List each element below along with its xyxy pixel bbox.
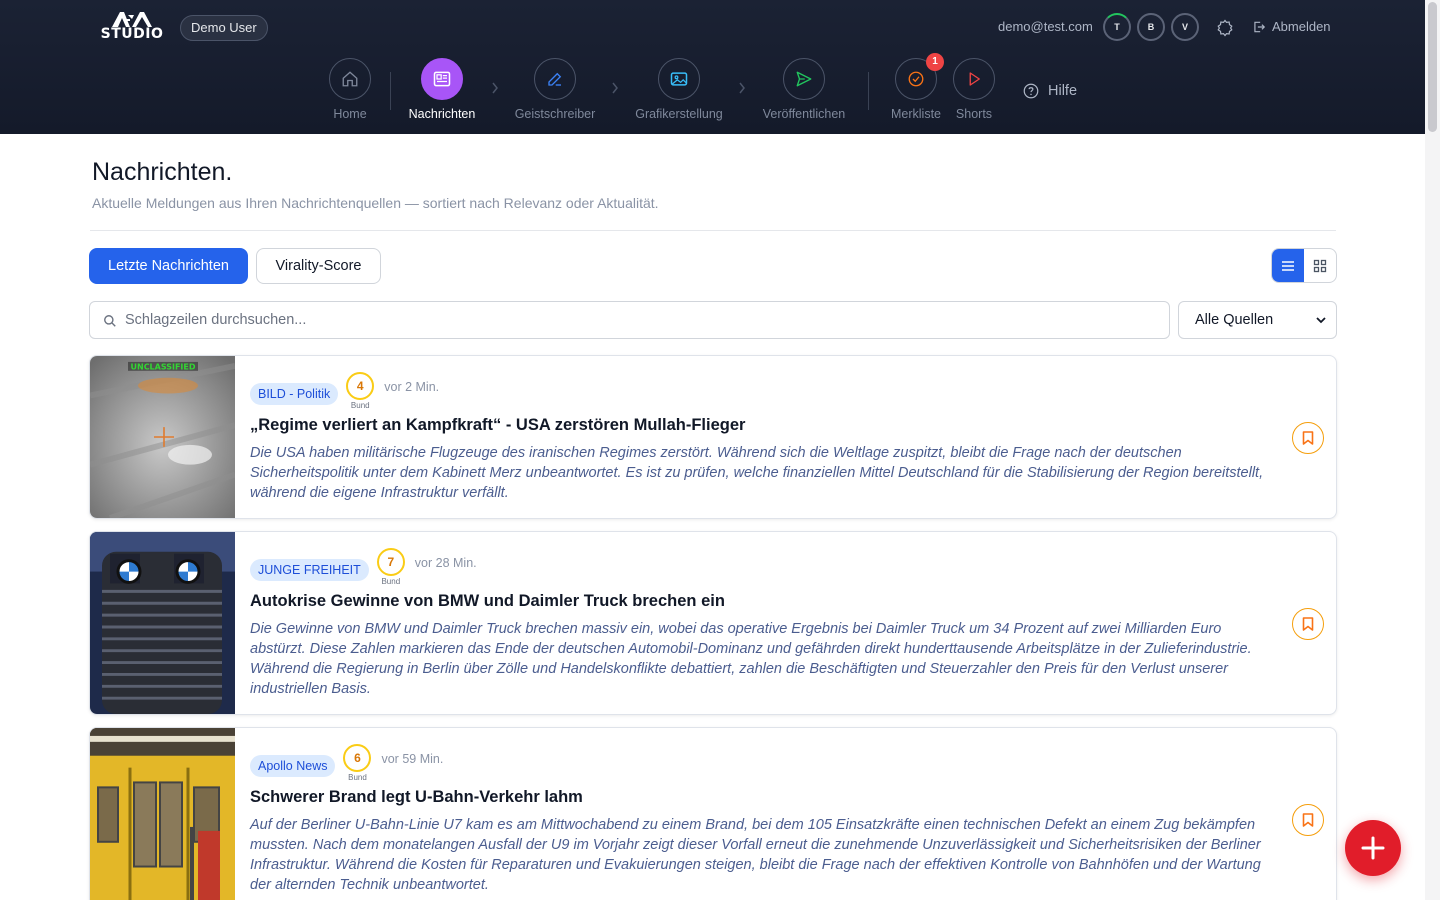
- article-thumbnail: UNCLASSIFIED: [90, 356, 235, 518]
- news-card[interactable]: Apollo News 6 Bund vor 59 Min. Schwerer …: [89, 727, 1337, 900]
- news-card[interactable]: JUNGE FREIHEIT 7 Bund vor 28 Min. Autokr…: [89, 531, 1337, 715]
- help-icon: [1023, 83, 1039, 99]
- app-logo[interactable]: STUDIO: [98, 10, 166, 46]
- article-meta: BILD - Politik 4 Bund vor 2 Min.: [250, 372, 439, 416]
- bookmark-icon: [1302, 813, 1314, 827]
- article-time: vor 59 Min.: [381, 752, 444, 766]
- thumbnail-label: UNCLASSIFIED: [131, 362, 196, 371]
- article-meta: Apollo News 6 Bund vor 59 Min.: [250, 744, 443, 788]
- relevance-score: 7 Bund: [376, 548, 407, 592]
- score-caption: Bund: [348, 773, 367, 782]
- profile-button-b[interactable]: B: [1137, 13, 1165, 41]
- nav-grafikerstellung-circle: [658, 58, 700, 100]
- source-filter-select[interactable]: Alle Quellen: [1178, 301, 1337, 339]
- nav-nachrichten-label: Nachrichten: [408, 107, 476, 121]
- user-email: demo@test.com: [998, 19, 1093, 34]
- bookmark-icon: [1302, 431, 1314, 445]
- logout-button[interactable]: Abmelden: [1252, 19, 1331, 34]
- list-view-button[interactable]: [1272, 249, 1304, 282]
- nav-geistschreiber-circle: [534, 58, 576, 100]
- article-title[interactable]: „Regime verliert an Kampfkraft“ - USA ze…: [250, 416, 745, 435]
- relevance-score: 4 Bund: [346, 372, 376, 416]
- source-filter-value: Alle Quellen: [1195, 312, 1274, 328]
- nav-veroeffentlichen-label: Veröffentlichen: [762, 107, 846, 121]
- bookmark-button[interactable]: [1292, 804, 1324, 836]
- article-title[interactable]: Autokrise Gewinne von BMW und Daimler Tr…: [250, 592, 725, 611]
- nav-home-circle: [329, 58, 371, 100]
- chevron-right-icon: [612, 82, 618, 94]
- list-icon: [1282, 260, 1294, 271]
- score-caption: Bund: [350, 401, 370, 410]
- profile-button-v[interactable]: V: [1171, 13, 1199, 41]
- nav-nachrichten[interactable]: Nachrichten: [382, 58, 502, 121]
- nav-geistschreiber[interactable]: Geistschreiber: [495, 58, 615, 121]
- article-description: Die USA haben militärische Flugzeuge des…: [250, 445, 1264, 501]
- tab-latest-news[interactable]: Letzte Nachrichten: [89, 248, 248, 284]
- nav-shorts[interactable]: Shorts: [914, 58, 1034, 121]
- search-box: [89, 301, 1170, 339]
- help-button[interactable]: Hilfe: [1022, 82, 1077, 100]
- nav-grafikerstellung[interactable]: Grafikerstellung: [619, 58, 739, 121]
- scrollbar-thumb[interactable]: [1428, 2, 1437, 132]
- newspaper-icon: [433, 71, 451, 87]
- section-divider: [90, 230, 1336, 231]
- top-navigation-bar: STUDIO Demo User demo@test.com T B V Abm…: [0, 0, 1425, 134]
- grid-view-button[interactable]: [1304, 249, 1336, 282]
- logo-text: STUDIO: [100, 26, 164, 42]
- article-title[interactable]: Schwerer Brand legt U-Bahn-Verkehr lahm: [250, 788, 583, 807]
- home-icon: [342, 71, 358, 87]
- score-caption: Bund: [381, 577, 401, 586]
- search-input[interactable]: [125, 302, 1155, 338]
- plus-icon: [1361, 836, 1385, 860]
- article-thumbnail: [90, 728, 235, 900]
- nav-shorts-label: Shorts: [955, 107, 993, 121]
- article-thumbnail: [90, 532, 235, 714]
- source-badge[interactable]: BILD - Politik: [250, 383, 339, 405]
- logout-label: Abmelden: [1272, 19, 1331, 34]
- profile-button-t[interactable]: T: [1103, 13, 1131, 41]
- source-badge[interactable]: Apollo News: [250, 755, 336, 777]
- article-time: vor 2 Min.: [384, 380, 440, 394]
- play-icon: [969, 72, 980, 86]
- page-scrollbar[interactable]: [1425, 0, 1440, 900]
- article-meta: JUNGE FREIHEIT 7 Bund vor 28 Min.: [250, 548, 477, 592]
- search-icon: [104, 315, 116, 327]
- nav-grafikerstellung-label: Grafikerstellung: [635, 107, 723, 121]
- add-button[interactable]: [1345, 820, 1401, 876]
- page-title: Nachrichten.: [92, 158, 233, 186]
- score-value: 6: [343, 744, 372, 772]
- view-toggle: [1271, 248, 1337, 283]
- relevance-score: 6 Bund: [343, 744, 373, 788]
- score-value: 7: [376, 548, 405, 576]
- article-description: Die Gewinne von BMW und Daimler Truck br…: [250, 621, 1252, 697]
- article-description: Auf der Berliner U-Bahn-Linie U7 kam es …: [250, 817, 1261, 893]
- score-value: 4: [346, 372, 375, 400]
- nav-shorts-circle: [953, 58, 995, 100]
- bookmark-icon: [1302, 617, 1314, 631]
- send-icon: [796, 71, 812, 87]
- bookmark-button[interactable]: [1292, 608, 1324, 640]
- nav-veroeffentlichen-circle: [783, 58, 825, 100]
- nav-geistschreiber-label: Geistschreiber: [514, 107, 596, 121]
- pencil-icon: [548, 72, 562, 86]
- tab-virality-score[interactable]: Virality-Score: [256, 248, 381, 284]
- news-card[interactable]: UNCLASSIFIED BILD - Politik 4 Bund vor 2…: [89, 355, 1337, 519]
- user-badge[interactable]: Demo User: [180, 15, 268, 41]
- nav-veroeffentlichen[interactable]: Veröffentlichen: [744, 58, 864, 121]
- help-label: Hilfe: [1048, 83, 1078, 99]
- image-icon: [670, 72, 688, 86]
- settings-icon[interactable]: [1216, 19, 1234, 37]
- chevron-down-icon: [1316, 317, 1326, 324]
- logout-icon: [1254, 21, 1266, 32]
- page-subtitle: Aktuelle Meldungen aus Ihren Nachrichten…: [92, 195, 659, 211]
- grid-icon: [1313, 259, 1327, 272]
- bookmark-button[interactable]: [1292, 422, 1324, 454]
- article-time: vor 28 Min.: [414, 556, 477, 570]
- source-badge[interactable]: JUNGE FREIHEIT: [250, 559, 369, 581]
- nav-nachrichten-circle: [421, 58, 463, 100]
